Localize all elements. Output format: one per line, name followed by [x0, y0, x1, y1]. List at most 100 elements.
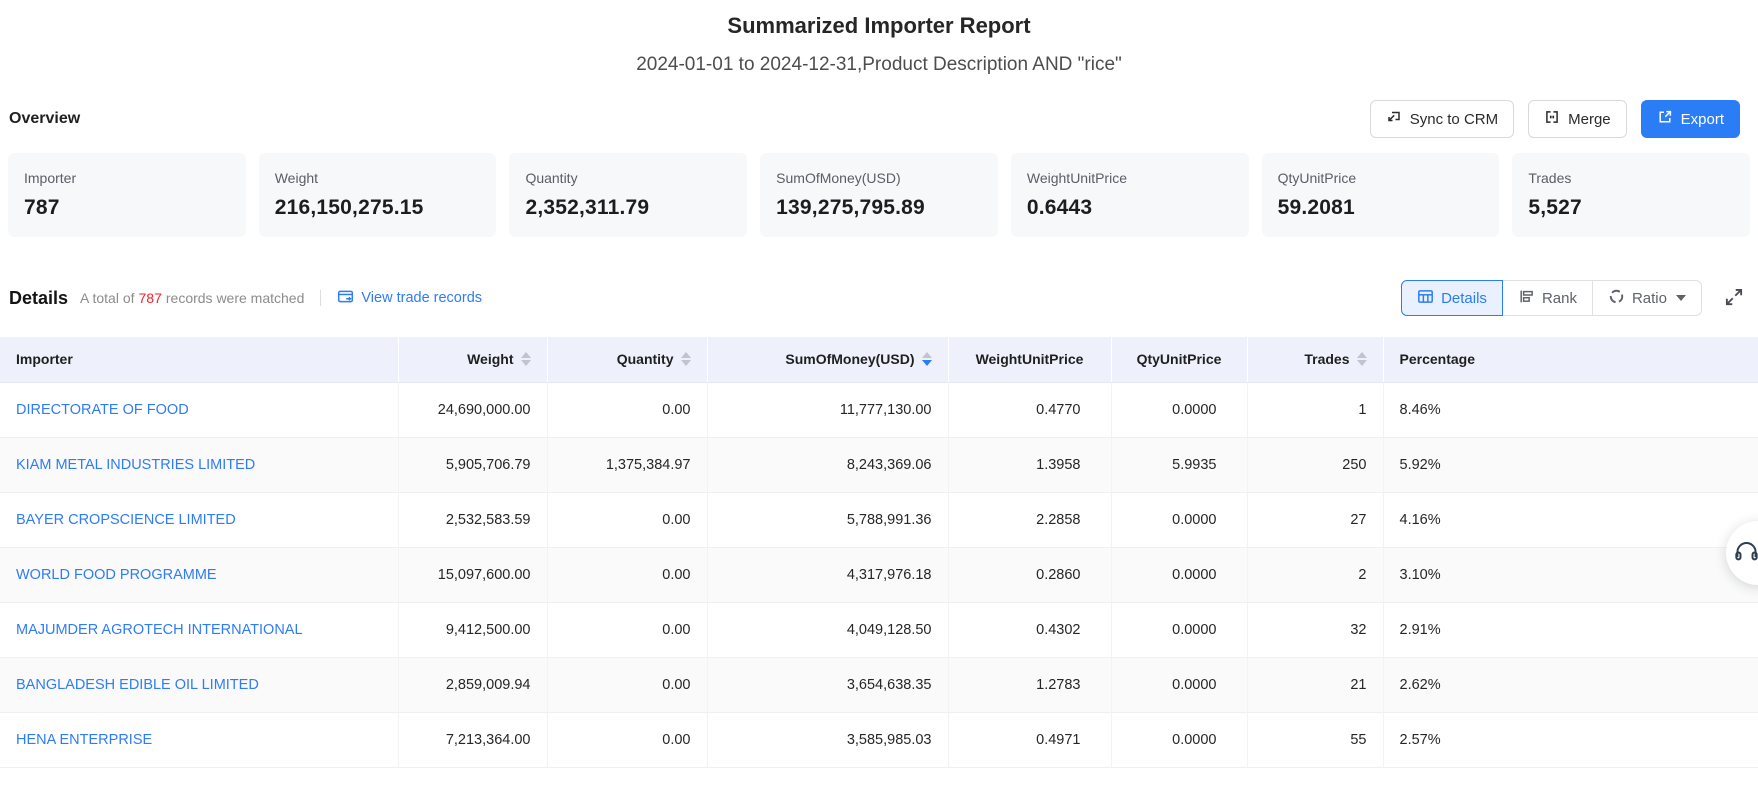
cell-pct: 2.91% [1383, 602, 1758, 657]
matched-prefix: A total of [80, 290, 134, 306]
cell-wup: 0.4770 [948, 382, 1111, 437]
sort-carets-icon[interactable] [922, 352, 932, 366]
view-mode-switch: Details Rank Ratio [1401, 280, 1702, 316]
matched-count: 787 [135, 290, 166, 306]
sort-asc-caret [1357, 352, 1367, 358]
sort-carets-icon[interactable] [521, 352, 531, 366]
cell-weight: 2,859,009.94 [398, 657, 547, 712]
column-header-label: Trades [1304, 351, 1349, 367]
cell-qup: 5.9935 [1111, 437, 1247, 492]
view-trade-records-link[interactable]: View trade records [337, 288, 482, 309]
cell-sum: 3,585,985.03 [707, 712, 948, 767]
stat-card-label: QtyUnitPrice [1278, 169, 1484, 187]
ratio-donut-icon [1608, 288, 1625, 309]
stat-card-trades: Trades5,527 [1512, 153, 1750, 237]
cell-pct: 8.46% [1383, 382, 1758, 437]
stat-card-sumofmoney-usd: SumOfMoney(USD) 139,275,795.89 [760, 153, 998, 237]
cell-wup: 2.2858 [948, 492, 1111, 547]
cell-weight: 5,905,706.79 [398, 437, 547, 492]
importer-link[interactable]: WORLD FOOD PROGRAMME [16, 567, 217, 583]
cell-quantity: 0.00 [547, 657, 707, 712]
cell-quantity: 0.00 [547, 602, 707, 657]
cell-weight: 24,690,000.00 [398, 382, 547, 437]
merge-button[interactable]: Merge [1528, 100, 1627, 138]
cell-importer: WORLD FOOD PROGRAMME [0, 547, 398, 602]
table-row: BANGLADESH EDIBLE OIL LIMITED 2,859,009.9… [0, 657, 1758, 712]
cell-sum: 5,788,991.36 [707, 492, 948, 547]
cell-weight: 15,097,600.00 [398, 547, 547, 602]
column-header-sum[interactable]: SumOfMoney(USD) [707, 337, 948, 382]
stat-card-label: Weight [275, 169, 481, 187]
stat-card-value: 787 [24, 195, 230, 221]
view-mode-details-label: Details [1441, 290, 1487, 307]
cell-sum: 3,654,638.35 [707, 657, 948, 712]
cell-trades: 21 [1247, 657, 1383, 712]
importer-link[interactable]: HENA ENTERPRISE [16, 732, 152, 748]
stat-card-quantity: Quantity2,352,311.79 [509, 153, 747, 237]
cell-quantity: 0.00 [547, 547, 707, 602]
sort-carets-icon[interactable] [1357, 352, 1367, 366]
table-row: KIAM METAL INDUSTRIES LIMITED 5,905,706.7… [0, 437, 1758, 492]
cell-quantity: 0.00 [547, 492, 707, 547]
view-trade-records-label: View trade records [361, 290, 482, 306]
importer-link[interactable]: BAYER CROPSCIENCE LIMITED [16, 512, 236, 528]
matched-records-text: A total of787records were matched [80, 290, 304, 306]
column-header-trades[interactable]: Trades [1247, 337, 1383, 382]
cell-wup: 1.2783 [948, 657, 1111, 712]
sort-desc-caret [1357, 360, 1367, 366]
column-header-weight[interactable]: Weight [398, 337, 547, 382]
cell-trades: 55 [1247, 712, 1383, 767]
table-header-row: ImporterWeightQuantitySumOfMoney(USD)Wei… [0, 337, 1758, 382]
overview-cards: Importer 787 Weight216,150,275.15Quantity2… [8, 153, 1750, 237]
importer-link[interactable]: KIAM METAL INDUSTRIES LIMITED [16, 457, 255, 473]
sort-desc-caret [922, 360, 932, 366]
cell-sum: 4,049,128.50 [707, 602, 948, 657]
stat-card-weight: Weight216,150,275.15 [259, 153, 497, 237]
stat-card-label: Trades [1528, 169, 1734, 187]
importer-link[interactable]: DIRECTORATE OF FOOD [16, 402, 189, 418]
stat-card-label: SumOfMoney(USD) [776, 169, 982, 187]
importer-link[interactable]: MAJUMDER AGROTECH INTERNATIONAL [16, 622, 303, 638]
column-header-wup: WeightUnitPrice [948, 337, 1111, 382]
cell-qup: 0.0000 [1111, 492, 1247, 547]
sort-asc-caret [922, 352, 932, 358]
details-bar-left: Details A total of787records were matche… [9, 288, 482, 309]
overview-heading: Overview [9, 110, 80, 128]
cell-trades: 250 [1247, 437, 1383, 492]
table-row: HENA ENTERPRISE 7,213,364.000.003,585,985… [0, 712, 1758, 767]
export-label: Export [1681, 111, 1724, 128]
cell-weight: 7,213,364.00 [398, 712, 547, 767]
stat-card-weightunitprice: WeightUnitPrice0.6443 [1011, 153, 1249, 237]
cell-qup: 0.0000 [1111, 657, 1247, 712]
sort-desc-caret [521, 360, 531, 366]
sort-carets-icon[interactable] [681, 352, 691, 366]
toolbar-actions: Sync to CRM Merge Export [1370, 100, 1740, 138]
column-header-label: SumOfMoney(USD) [785, 351, 914, 367]
cell-qup: 0.0000 [1111, 602, 1247, 657]
stat-card-label: Importer [24, 169, 230, 187]
export-button[interactable]: Export [1641, 100, 1740, 138]
report-filter-subtitle: 2024-01-01 to 2024-12-31,Product Descrip… [0, 53, 1758, 77]
cell-importer: BAYER CROPSCIENCE LIMITED [0, 492, 398, 547]
cell-importer: DIRECTORATE OF FOOD [0, 382, 398, 437]
sync-to-crm-button[interactable]: Sync to CRM [1370, 100, 1514, 138]
table-row: DIRECTORATE OF FOOD24,690,000.000.0011,7… [0, 382, 1758, 437]
cell-quantity: 0.00 [547, 712, 707, 767]
cell-trades: 32 [1247, 602, 1383, 657]
view-mode-details-button[interactable]: Details [1401, 280, 1503, 316]
fullscreen-button[interactable] [1724, 287, 1744, 310]
view-mode-rank-button[interactable]: Rank [1503, 280, 1593, 316]
importer-link[interactable]: BANGLADESH EDIBLE OIL LIMITED [16, 677, 259, 693]
stat-card-value: 139,275,795.89 [776, 195, 982, 221]
cell-wup: 0.4302 [948, 602, 1111, 657]
column-header-quantity[interactable]: Quantity [547, 337, 707, 382]
expand-icon [1724, 287, 1744, 310]
column-header-label: QtyUnitPrice [1137, 351, 1222, 367]
sync-in-icon [1386, 109, 1402, 129]
view-mode-ratio-label: Ratio [1632, 290, 1667, 307]
cell-importer: MAJUMDER AGROTECH INTERNATIONAL [0, 602, 398, 657]
column-header-label: Quantity [617, 351, 674, 367]
details-bar-right: Details Rank Ratio [1401, 280, 1744, 316]
cell-qup: 0.0000 [1111, 712, 1247, 767]
view-mode-ratio-button[interactable]: Ratio [1593, 280, 1702, 316]
